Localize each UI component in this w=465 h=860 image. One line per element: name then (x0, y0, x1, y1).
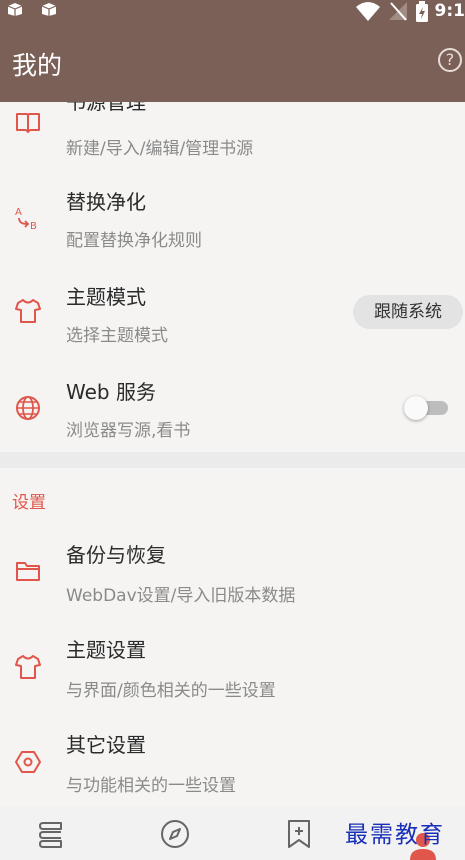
status-time: 9:1 (434, 1, 465, 21)
row-subtitle: 与功能相关的一些设置 (66, 776, 236, 796)
section-header-settings: 设置 (12, 493, 46, 513)
row-subtitle: 新建/导入/编辑/管理书源 (66, 139, 254, 159)
help-circle-icon[interactable]: ? (438, 48, 462, 72)
hexagon-gear-icon (15, 751, 41, 773)
row-subtitle: 浏览器写源,看书 (66, 421, 191, 441)
row-title: 替换净化 (66, 190, 146, 214)
list-item-replace[interactable]: AB 替换净化 配置替换净化规则 (0, 174, 465, 269)
compass-icon[interactable] (159, 818, 191, 850)
web-service-toggle[interactable] (404, 396, 448, 420)
status-bar: 9:1 (0, 0, 465, 22)
status-left-icons (6, 1, 58, 17)
svg-text:A: A (15, 207, 22, 218)
list-item-book-source[interactable]: 书源管理 新建/导入/编辑/管理书源 (0, 102, 465, 173)
notification-box-icon (7, 3, 23, 16)
theme-mode-chip[interactable]: 跟随系统 (353, 295, 463, 329)
status-right-icons: 9:1 (355, 0, 465, 22)
row-title: 主题设置 (66, 638, 146, 662)
book-icon (16, 113, 40, 133)
row-subtitle: 与界面/颜色相关的一些设置 (66, 681, 276, 701)
list-item-other-settings[interactable]: 其它设置 与功能相关的一些设置 (0, 715, 465, 806)
folder-icon (16, 562, 40, 581)
section-divider (0, 452, 465, 468)
signal-icon (388, 2, 407, 21)
shirt-icon (15, 655, 41, 679)
row-subtitle: 选择主题模式 (66, 326, 168, 346)
watermark-logo: 最需教育 (345, 822, 445, 848)
row-title: 其它设置 (66, 733, 146, 757)
app-bar: 我的 ? (0, 22, 465, 102)
list-item-theme-settings[interactable]: 主题设置 与界面/颜色相关的一些设置 (0, 620, 465, 715)
list-item-web-service[interactable]: Web 服务 浏览器写源,看书 (0, 364, 465, 459)
svg-text:B: B (30, 221, 37, 232)
shirt-icon (15, 299, 41, 323)
battery-charging-icon (415, 0, 428, 22)
row-subtitle: 配置替换净化规则 (66, 231, 202, 251)
list-item-backup-restore[interactable]: 备份与恢复 WebDav设置/导入旧版本数据 (0, 525, 465, 620)
row-title: 备份与恢复 (66, 543, 166, 567)
toggle-knob (404, 396, 428, 420)
globe-icon (16, 396, 40, 420)
list-item-theme-mode[interactable]: 主题模式 选择主题模式 跟随系统 (0, 269, 465, 364)
row-subtitle: WebDav设置/导入旧版本数据 (66, 586, 296, 606)
row-title: 书源管理 (66, 102, 146, 114)
bookmark-add-icon[interactable] (283, 818, 315, 850)
notification-box-icon (41, 3, 57, 16)
row-title: 主题模式 (66, 285, 146, 309)
replace-ab-icon: AB (15, 207, 37, 232)
bookshelf-icon[interactable] (35, 818, 67, 850)
page-title: 我的 (12, 51, 63, 80)
row-title: Web 服务 (66, 380, 156, 404)
settings-list: 书源管理 新建/导入/编辑/管理书源 AB 替换净化 配置替换净化规则 主题模式… (0, 102, 465, 806)
wifi-icon (355, 2, 380, 21)
